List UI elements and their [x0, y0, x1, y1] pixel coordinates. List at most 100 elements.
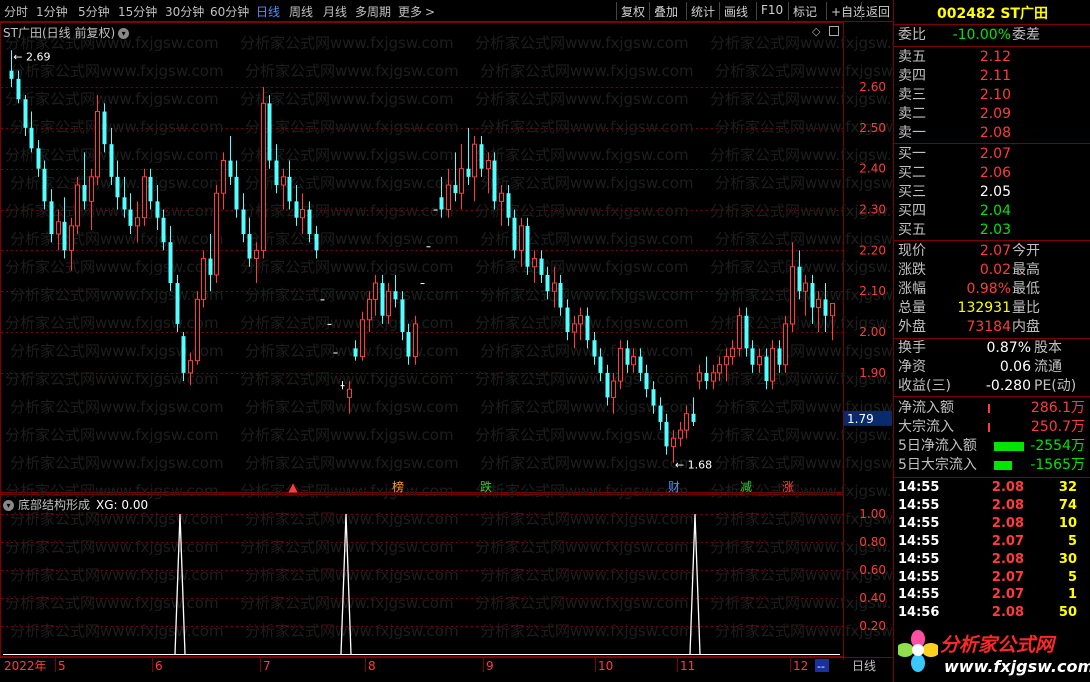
candle-body [737, 315, 742, 349]
ask-price: 2.08 [979, 125, 1011, 141]
candle-body [744, 315, 749, 349]
tick-time: 14:56 [898, 605, 940, 621]
toolbar-button-3[interactable]: 画线 [719, 2, 752, 20]
bid-label: 买四 [898, 203, 926, 219]
period-tab-6[interactable]: 日线 [256, 3, 280, 20]
diamond-icon[interactable]: ◇ [812, 25, 821, 38]
ask-row[interactable]: 卖五 2.12 [894, 48, 1090, 67]
candle-body [472, 143, 477, 178]
candle-body [492, 160, 497, 202]
candle [532, 250, 537, 284]
month-label: 11 [680, 659, 695, 673]
candle [578, 307, 583, 341]
period-tab-4[interactable]: 30分钟 [165, 3, 204, 20]
candle-body [142, 176, 147, 219]
candle-body [128, 209, 133, 226]
flow-label: 净流入额 [898, 400, 954, 416]
event-marker[interactable]: 榜 [392, 479, 404, 494]
chevron-down-icon[interactable]: ▾ [118, 28, 130, 39]
divider [894, 24, 1090, 25]
bid-row[interactable]: 买二 2.06 [894, 164, 1090, 183]
chevron-down-icon[interactable]: ▾ [3, 500, 14, 511]
toolbar-button-5[interactable]: 标记 [788, 2, 821, 20]
watermark-text: 分析家公式网www.fxjgsw.com [10, 230, 224, 248]
candle-body [651, 389, 656, 406]
watermark-text: 分析家公式网www.fxjgsw.com [10, 342, 224, 360]
candle [201, 250, 206, 308]
event-marker[interactable]: 跌 [480, 479, 492, 494]
min-price-label: ← 1.68 [675, 459, 712, 472]
price-axis-label: 2.50 [859, 121, 886, 135]
candle [320, 299, 325, 301]
stock-header[interactable]: 002482 ST广田 [894, 3, 1090, 23]
flow-row: 大宗流入 250.7万 [894, 418, 1090, 437]
period-tab-3[interactable]: 15分钟 [118, 3, 157, 20]
watermark-text: 分析家公式网www.fxjgsw.com [710, 426, 893, 444]
candle-body [764, 356, 769, 382]
stat-row: 现价 2.07 今开 [894, 242, 1090, 261]
period-tab-8[interactable]: 月线 [323, 3, 347, 20]
candle-body [770, 347, 775, 382]
main-chart-title[interactable]: ST广田(日线 前复权) ▾ [3, 24, 130, 41]
chart-canvas[interactable]: 分析家公式网www.fxjgsw.com 分析家公式网www.fxjgsw.com… [0, 0, 893, 682]
candle-body [519, 225, 524, 251]
tick-time: 14:55 [898, 515, 940, 531]
stat2-label: 换手 [898, 340, 926, 356]
stat2-row: 收益(三) -0.280 PE(动) [894, 377, 1090, 396]
toolbar-button-2[interactable]: 统计 [686, 2, 719, 20]
toolbar-button-4[interactable]: F10 [756, 2, 787, 20]
event-marker[interactable]: 减 [740, 480, 752, 494]
candle-body [347, 388, 352, 398]
candle-body [479, 144, 484, 169]
logo-name: 分析家公式网 [940, 634, 1055, 656]
indicator-title[interactable]: ▾ 底部结构形成 XG: 0.00 [3, 496, 148, 513]
tick-volume: 30 [1058, 551, 1077, 567]
month-label: 5 [58, 659, 66, 673]
toolbar-button-1[interactable]: 叠加 [649, 2, 682, 20]
bid-row[interactable]: 买四 2.04 [894, 202, 1090, 221]
period-tab-0[interactable]: 分时 [4, 3, 28, 20]
candle-body [446, 184, 451, 211]
candle-body [453, 185, 458, 194]
ask-price: 2.11 [979, 68, 1011, 84]
ask-row[interactable]: 卖二 2.09 [894, 105, 1090, 124]
price-axis-label: 2.20 [859, 243, 886, 257]
event-marker[interactable]: ▲ [288, 480, 298, 494]
event-marker[interactable]: 财 [668, 480, 680, 494]
ask-row[interactable]: 卖三 2.10 [894, 86, 1090, 105]
watermark-text: 分析家公式网www.fxjgsw.com [715, 62, 893, 80]
period-tab-2[interactable]: 5分钟 [78, 3, 110, 20]
month-label: 8 [368, 659, 376, 673]
candle [433, 209, 438, 211]
ask-label: 卖一 [898, 125, 926, 141]
watermark-text: 分析家公式网www.fxjgsw.com [245, 454, 459, 472]
bid-label: 买二 [898, 165, 926, 181]
bid-row[interactable]: 买一 2.07 [894, 145, 1090, 164]
event-marker[interactable]: 涨 [782, 479, 794, 494]
bid-row[interactable]: 买三 2.05 [894, 183, 1090, 202]
watermark-text: 分析家公式网www.fxjgsw.com [480, 62, 694, 80]
flow-row: 净流入额 286.1万 [894, 399, 1090, 418]
toolbar-button-7[interactable]: 返回 [861, 2, 894, 20]
divider [894, 396, 1090, 397]
candle-body [327, 323, 332, 325]
ask-row[interactable]: 卖四 2.11 [894, 67, 1090, 86]
candle-body [585, 315, 590, 341]
site-logo[interactable]: 分析家公式网 www.fxjgsw.com [894, 622, 1090, 682]
toolbar-button-0[interactable]: 复权 [616, 2, 649, 20]
period-tab-7[interactable]: 周线 [289, 3, 313, 20]
bid-row[interactable]: 买五 2.03 [894, 221, 1090, 240]
period-tab-10[interactable]: 更多 > [398, 3, 435, 20]
watermark-text: 分析家公式网www.fxjgsw.com [5, 314, 219, 332]
candle-body [102, 111, 107, 145]
candle [195, 291, 200, 365]
stock-code: 002482 [937, 6, 996, 22]
stat-label: 总量 [898, 300, 926, 316]
tick-price: 2.08 [991, 480, 1024, 495]
ask-label: 卖三 [898, 87, 926, 103]
period-tab-5[interactable]: 60分钟 [210, 3, 249, 20]
candle-body [466, 168, 471, 177]
ask-row[interactable]: 卖一 2.08 [894, 124, 1090, 143]
period-tab-9[interactable]: 多周期 [355, 3, 391, 20]
period-tab-1[interactable]: 1分钟 [36, 3, 68, 20]
